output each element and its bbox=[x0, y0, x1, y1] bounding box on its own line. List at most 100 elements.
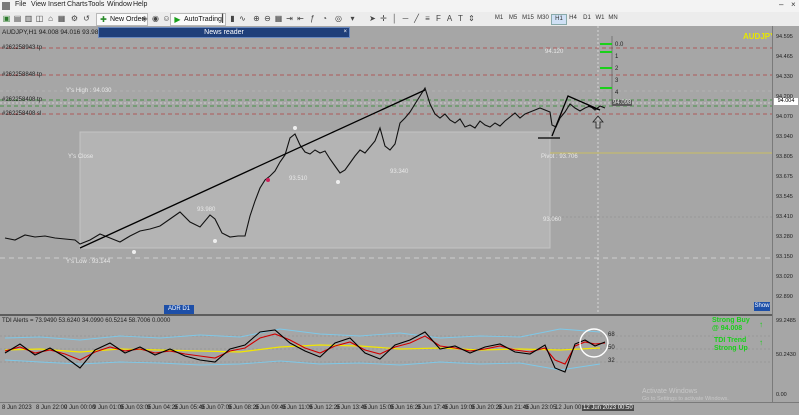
fib-label: 3 bbox=[615, 78, 619, 84]
strategy-tester-icon[interactable]: ⚙ bbox=[70, 14, 79, 23]
timeframe-w1[interactable]: W1 bbox=[593, 14, 607, 23]
show-button[interactable]: Show bbox=[754, 302, 770, 311]
news-reader-panel[interactable]: News reader × bbox=[98, 27, 350, 38]
autoscroll-icon[interactable]: ⇥ bbox=[285, 14, 294, 23]
menu-window[interactable]: Window bbox=[107, 1, 132, 8]
time-tick: 8 Jun 2023 bbox=[2, 405, 32, 411]
level-tag: 93.510 bbox=[289, 176, 308, 182]
price-tick: 93.940 bbox=[776, 134, 793, 140]
timeframe-m30[interactable]: M30 bbox=[536, 14, 550, 23]
level-tag: 93.340 bbox=[390, 169, 409, 175]
timeframe-m15[interactable]: M15 bbox=[521, 14, 535, 23]
pivot-label: Pivot : 93.706 bbox=[541, 154, 578, 160]
time-axis[interactable]: 8 Jun 2023 8 Jun 22:00 9 Jun 00:00 9 Jun… bbox=[0, 402, 799, 415]
timeframe-h4[interactable]: H4 bbox=[566, 14, 580, 23]
signal-dot bbox=[266, 178, 270, 182]
data-window-icon[interactable]: ◫ bbox=[35, 14, 44, 23]
tdi-level-label: 32 bbox=[608, 358, 615, 364]
tdi-level-label: 68 bbox=[608, 332, 615, 338]
watermark-title: Activate Windows bbox=[642, 388, 698, 395]
line-chart-icon[interactable]: ∿ bbox=[238, 14, 247, 23]
current-price-box: 94.004 bbox=[774, 98, 798, 105]
time-tick: 8 Jun 22:00 bbox=[36, 405, 68, 411]
toolbar: ▣ ▤ ▥ ◫ ⌂ ▦ ⚙ ↺ ✚ New Order ◈ ◉ ☺ ▶ Auto… bbox=[0, 12, 799, 27]
menu-help[interactable]: Help bbox=[133, 1, 147, 8]
news-reader-close-icon[interactable]: × bbox=[343, 28, 347, 37]
trendline-icon[interactable]: ╱ bbox=[412, 14, 421, 23]
tile-windows-icon[interactable]: ▦ bbox=[274, 14, 283, 23]
menu-view[interactable]: View bbox=[31, 1, 46, 8]
zoom-in-icon[interactable]: ⊕ bbox=[252, 14, 261, 23]
chevron-down-icon[interactable]: ▾ bbox=[348, 14, 357, 23]
terminal-icon[interactable]: ▦ bbox=[57, 14, 66, 23]
level-tag: 94.120 bbox=[545, 49, 564, 55]
fib-label: 2 bbox=[615, 66, 619, 72]
price-tick: 94.465 bbox=[776, 54, 793, 60]
timeframe-m1[interactable]: M1 bbox=[492, 14, 506, 23]
tdi-upper-band bbox=[4, 328, 601, 341]
timeframe-mn[interactable]: MN bbox=[606, 14, 620, 23]
new-chart-icon[interactable]: ▣ bbox=[2, 14, 11, 23]
menu-insert[interactable]: Insert bbox=[48, 1, 66, 8]
price-axis[interactable]: 94.595 94.465 94.330 94.200 94.004 94.07… bbox=[772, 26, 799, 402]
timeframe-h1[interactable]: H1 bbox=[551, 14, 567, 25]
adr-button[interactable]: ADR D1 bbox=[164, 305, 194, 314]
price-tick: 93.410 bbox=[776, 214, 793, 220]
price-tick: 93.545 bbox=[776, 194, 793, 200]
window-close-icon[interactable]: × bbox=[791, 0, 796, 9]
chart-shift-icon[interactable]: ⇤ bbox=[296, 14, 305, 23]
window-minimize-icon[interactable]: – bbox=[779, 0, 783, 9]
menu-tools[interactable]: Tools bbox=[88, 1, 104, 8]
signal-dot bbox=[336, 180, 340, 184]
price-chart[interactable]: AUDJPY,H1 94.008 94.016 93.988 94.004 AU… bbox=[0, 26, 775, 314]
signals-icon[interactable]: ◉ bbox=[151, 14, 160, 23]
fibonacci-icon[interactable]: F bbox=[434, 14, 443, 23]
templates-icon[interactable]: ◎ bbox=[334, 14, 343, 23]
tdi-trend-label: TDI Trend bbox=[714, 337, 747, 344]
price-tick: 94.070 bbox=[776, 114, 793, 120]
menu-file[interactable]: File bbox=[15, 1, 26, 8]
signal-dot bbox=[132, 250, 136, 254]
zoom-out-icon[interactable]: ⊖ bbox=[263, 14, 272, 23]
order-label: #262258408 sl bbox=[2, 111, 42, 117]
fib-label: 4 bbox=[615, 90, 619, 96]
bar-chart-icon[interactable]: ┃ bbox=[218, 14, 227, 23]
indicators-icon[interactable]: ƒ bbox=[308, 14, 317, 23]
history-icon[interactable]: ↺ bbox=[82, 14, 91, 23]
text-icon[interactable]: A bbox=[445, 14, 454, 23]
timeframe-d1[interactable]: D1 bbox=[580, 14, 594, 23]
price-tick: 93.150 bbox=[776, 254, 793, 260]
cursor-icon[interactable]: ➤ bbox=[368, 14, 377, 23]
level-tag: 93.980 bbox=[197, 207, 216, 213]
candlestick-icon[interactable]: ▮ bbox=[228, 14, 237, 23]
autotrading-icon: ▶ bbox=[174, 15, 181, 24]
y-high-label: Y's High : 94.030 bbox=[66, 88, 112, 94]
metaeditor-icon[interactable]: ◈ bbox=[140, 14, 149, 23]
timeframe-m5[interactable]: M5 bbox=[506, 14, 520, 23]
crosshair-icon[interactable]: ✛ bbox=[379, 14, 388, 23]
arrows-icon[interactable]: ⇕ bbox=[467, 14, 476, 23]
menu-charts[interactable]: Charts bbox=[67, 1, 88, 8]
fib-label: 0.0 bbox=[615, 42, 624, 48]
channel-icon[interactable]: ≡ bbox=[423, 14, 432, 23]
price-tick: 93.805 bbox=[776, 154, 793, 160]
navigator-icon[interactable]: ⌂ bbox=[46, 14, 55, 23]
label-icon[interactable]: T bbox=[456, 14, 465, 23]
up-arrow-icon: ↑ bbox=[759, 320, 763, 329]
tdi-trend-value: Strong Up bbox=[714, 345, 748, 352]
y-low-label: Y's Low : 93.144 bbox=[66, 259, 111, 265]
market-watch-icon[interactable]: ▥ bbox=[24, 14, 33, 23]
app-icon bbox=[2, 2, 10, 10]
periods-icon[interactable]: ◔ bbox=[320, 14, 329, 23]
news-reader-title: News reader bbox=[204, 29, 244, 36]
tdi-indicator-pane[interactable]: TDI Alerts = 73.9490 53.6240 34.0990 60.… bbox=[0, 316, 772, 402]
profiles-icon[interactable]: ▤ bbox=[13, 14, 22, 23]
strong-buy-price: @ 94.008 bbox=[712, 325, 743, 332]
horizontal-line-icon[interactable]: ─ bbox=[401, 14, 410, 23]
triangle-pattern bbox=[551, 95, 601, 137]
vertical-line-icon[interactable]: │ bbox=[390, 14, 399, 23]
level-tag: 93.060 bbox=[543, 217, 562, 223]
new-order-label: New Order bbox=[110, 16, 144, 23]
indicator-tick: 50.2430 bbox=[776, 352, 796, 358]
order-label: #262258943 tp bbox=[2, 45, 43, 51]
